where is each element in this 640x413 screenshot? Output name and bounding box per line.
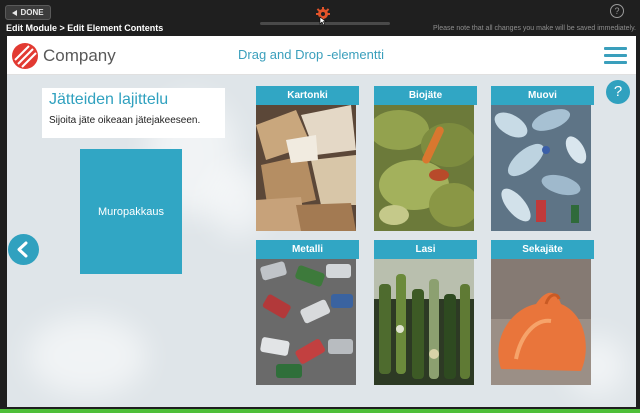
done-button[interactable]: DONE [5,5,51,20]
drop-zone-sekajate[interactable]: Sekajäte [491,240,594,385]
background-decoration [27,316,147,396]
company-name: Company [43,46,116,65]
drop-zone-biojate[interactable]: Biojäte [374,86,477,231]
hamburger-menu-icon[interactable] [604,47,627,65]
content-stage: Company Drag and Drop -elementti ? Jätte… [7,36,636,407]
drop-zone-kartonki[interactable]: Kartonki [256,86,359,231]
breadcrumb: Edit Module > Edit Element Contents [6,23,164,33]
drop-zone-label: Muovi [491,86,594,105]
bottom-status-line [0,409,640,413]
task-instruction: Sijoita jäte oikeaan jätejakeeseen. [49,115,201,126]
gear-icon[interactable] [313,5,333,26]
plastic-bottles-photo [491,105,591,231]
save-note: Please note that all changes you make wi… [433,25,636,32]
page-header: Company Drag and Drop -elementti [7,36,636,75]
metal-cans-photo [256,259,356,385]
trash-bag-photo [491,259,591,385]
drop-zone-label: Biojäte [374,86,477,105]
glass-bottles-photo [374,259,474,385]
drop-zone-label: Lasi [374,240,477,259]
task-title: Jätteiden lajittelu [49,91,169,108]
editor-help-button[interactable]: ? [610,4,624,18]
drop-zone-metalli[interactable]: Metalli [256,240,359,385]
chevron-left-icon [17,241,28,258]
company-logo-icon [12,43,38,69]
drop-zone-label: Metalli [256,240,359,259]
task-header: Jätteiden lajittelu Sijoita jäte oikeaan… [42,88,225,138]
drop-zone-label: Kartonki [256,86,359,105]
food-waste-photo [374,105,474,231]
drop-zone-lasi[interactable]: Lasi [374,240,477,385]
back-arrow-icon [12,9,18,16]
page-title: Drag and Drop -elementti [238,47,384,62]
done-label: DONE [20,8,44,17]
cardboard-photo [256,105,356,231]
drop-zone-muovi[interactable]: Muovi [491,86,594,231]
help-button[interactable]: ? [606,80,630,104]
editor-toolbar: DONE Edit Module > Edit Element Contents… [0,0,640,36]
previous-page-button[interactable] [8,234,39,265]
drop-zone-label: Sekajäte [491,240,594,259]
draggable-item[interactable]: Muropakkaus [80,149,182,274]
